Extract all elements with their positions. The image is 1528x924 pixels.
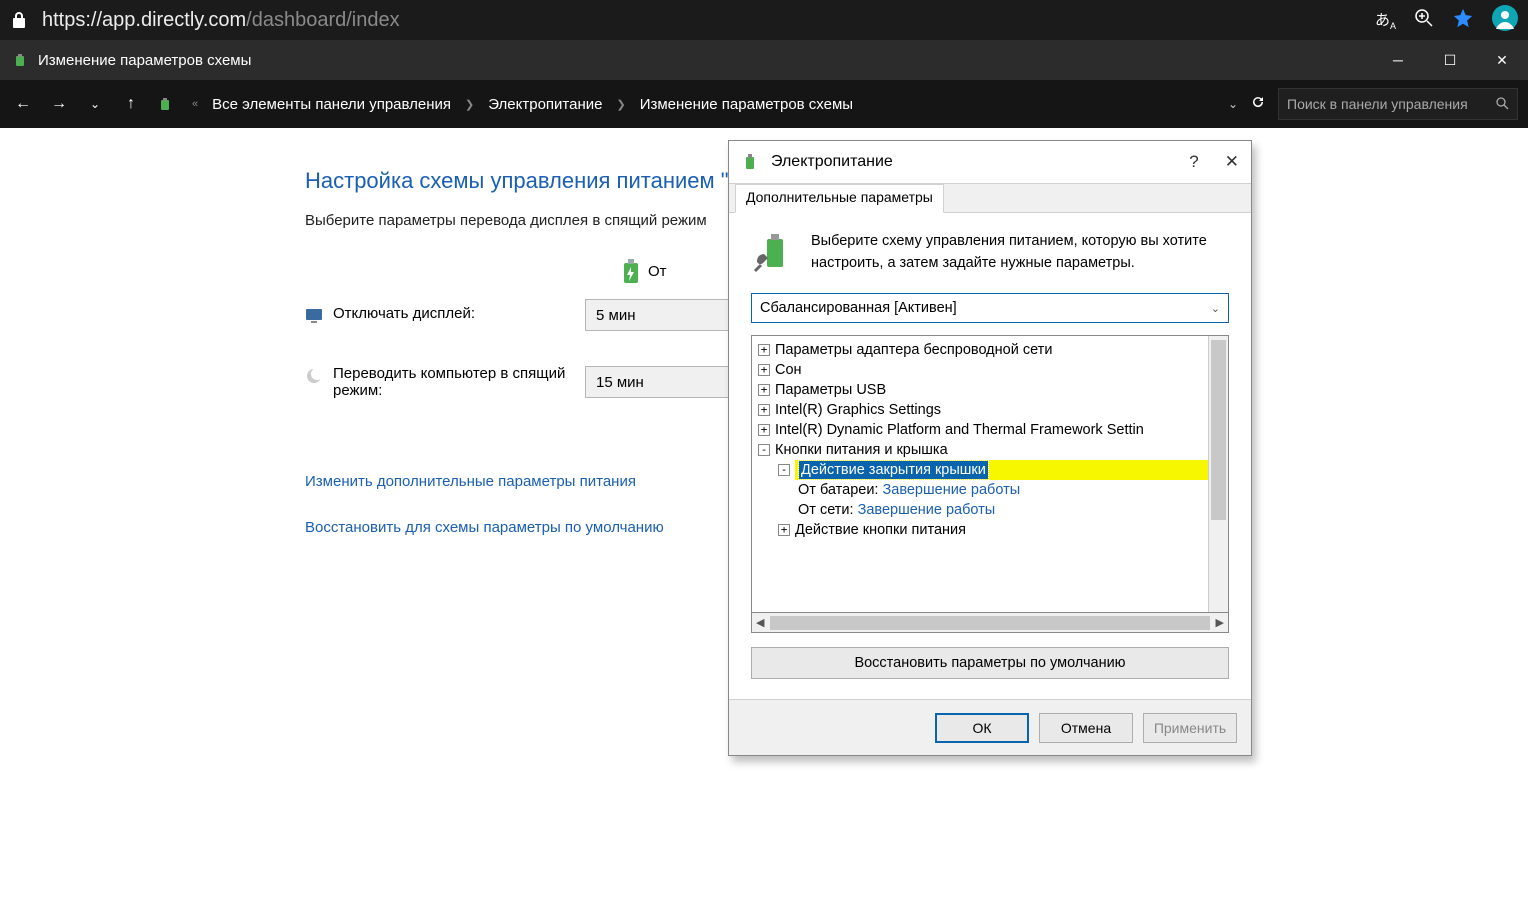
link-restore-defaults[interactable]: Восстановить для схемы параметры по умол… [305,519,664,536]
chevron-down-icon: ⌄ [1211,302,1220,315]
tree-leaf-label: От сети: [798,502,854,518]
dialog-titlebar: Электропитание ? ✕ [729,141,1251,183]
chevron-right-icon: ❯ [616,98,625,111]
expand-icon[interactable]: + [758,364,770,376]
minimize-button[interactable]: ─ [1372,40,1424,80]
window-title-text: Изменение параметров схемы [38,52,251,69]
search-input[interactable]: Поиск в панели управления [1278,88,1518,120]
row-sleep-label: Переводить компьютер в спящий режим: [333,365,585,399]
power-options-dialog: Электропитание ? ✕ Дополнительные параме… [728,140,1252,756]
battery-icon [156,94,176,114]
explorer-nav-bar: ← → ⌄ ↑ « Все элементы панели управления… [0,80,1528,128]
refresh-icon[interactable] [1250,94,1266,114]
tree-node[interactable]: Действие кнопки питания [795,522,966,538]
nav-back-icon[interactable]: ← [10,95,36,113]
collapse-icon[interactable]: - [778,464,790,476]
translate-icon[interactable]: あA [1375,9,1396,31]
restore-defaults-button[interactable]: Восстановить параметры по умолчанию [751,647,1229,679]
expand-icon[interactable]: + [758,404,770,416]
browser-address-bar: https://app.directly.com/dashboard/index… [0,0,1528,40]
tree-leaf-value[interactable]: Завершение работы [858,502,996,518]
tree-leaf-label: От батареи: [798,482,878,498]
battery-plug-icon [741,152,761,172]
tree-node[interactable]: Параметры USB [775,382,886,398]
battery-icon [620,257,642,285]
moon-icon [305,367,323,385]
search-placeholder: Поиск в панели управления [1287,96,1468,112]
breadcrumb-mid[interactable]: Электропитание [488,96,602,113]
tree-node-selected[interactable]: Действие закрытия крышки [799,461,988,479]
address-url[interactable]: https://app.directly.com/dashboard/index [42,9,1361,32]
display-timeout-dropdown[interactable]: 5 мин [585,299,735,331]
expand-icon[interactable]: + [758,384,770,396]
expand-icon[interactable]: + [758,344,770,356]
breadcrumb-leaf[interactable]: Изменение параметров схемы [640,96,853,113]
battery-icon [12,51,30,69]
nav-up-icon[interactable]: ↑ [118,95,144,113]
nav-forward-icon[interactable]: → [46,95,72,113]
zoom-icon[interactable] [1414,8,1434,33]
profile-avatar-icon[interactable] [1492,5,1518,36]
horizontal-scrollbar[interactable]: ◀▶ [751,613,1229,633]
chevron-right-icon: ❯ [465,98,474,111]
tree-leaf-value[interactable]: Завершение работы [883,482,1021,498]
tree-node[interactable]: Intel(R) Dynamic Platform and Thermal Fr… [775,422,1144,438]
dialog-tabs: Дополнительные параметры [729,183,1251,213]
expand-icon[interactable]: + [758,424,770,436]
lock-icon [10,11,28,29]
dialog-message: Выберите схему управления питанием, кото… [811,231,1229,275]
favorite-star-icon[interactable] [1452,7,1474,34]
vertical-scrollbar[interactable] [1208,336,1228,612]
collapse-icon[interactable]: - [758,444,770,456]
dialog-title-text: Электропитание [771,153,893,171]
maximize-button[interactable]: ☐ [1424,40,1476,80]
close-button[interactable]: ✕ [1476,40,1528,80]
tree-node[interactable]: Кнопки питания и крышка [775,442,948,458]
settings-tree[interactable]: + Параметры адаптера беспроводной сети + С… [752,336,1208,612]
tree-node[interactable]: Intel(R) Graphics Settings [775,402,941,418]
nav-recent-icon[interactable]: ⌄ [82,97,108,111]
scroll-right-icon[interactable]: ▶ [1216,616,1224,629]
breadcrumb-root-hint: « [192,98,198,110]
close-dialog-icon[interactable]: ✕ [1225,152,1239,172]
ok-button[interactable]: ОК [935,713,1029,743]
battery-plug-large-icon [751,231,795,275]
window-titlebar: Изменение параметров схемы ─ ☐ ✕ [0,40,1528,80]
sleep-timeout-dropdown[interactable]: 15 мин [585,366,735,398]
scheme-dropdown[interactable]: Сбалансированная [Активен] ⌄ [751,293,1229,323]
cancel-button[interactable]: Отмена [1039,713,1133,743]
chevron-down-icon[interactable]: ⌄ [1228,97,1238,111]
expand-icon[interactable]: + [778,524,790,536]
row-display-label: Отключать дисплей: [333,305,475,322]
tree-node[interactable]: Параметры адаптера беспроводной сети [775,342,1052,358]
help-icon[interactable]: ? [1189,152,1198,172]
search-icon [1495,96,1509,113]
breadcrumb-root[interactable]: Все элементы панели управления [212,96,451,113]
tree-node[interactable]: Сон [775,362,802,378]
scroll-left-icon[interactable]: ◀ [756,616,764,629]
tab-advanced[interactable]: Дополнительные параметры [735,184,944,213]
link-advanced-settings[interactable]: Изменить дополнительные параметры питани… [305,473,636,490]
apply-button[interactable]: Применить [1143,713,1237,743]
display-icon [305,307,323,325]
